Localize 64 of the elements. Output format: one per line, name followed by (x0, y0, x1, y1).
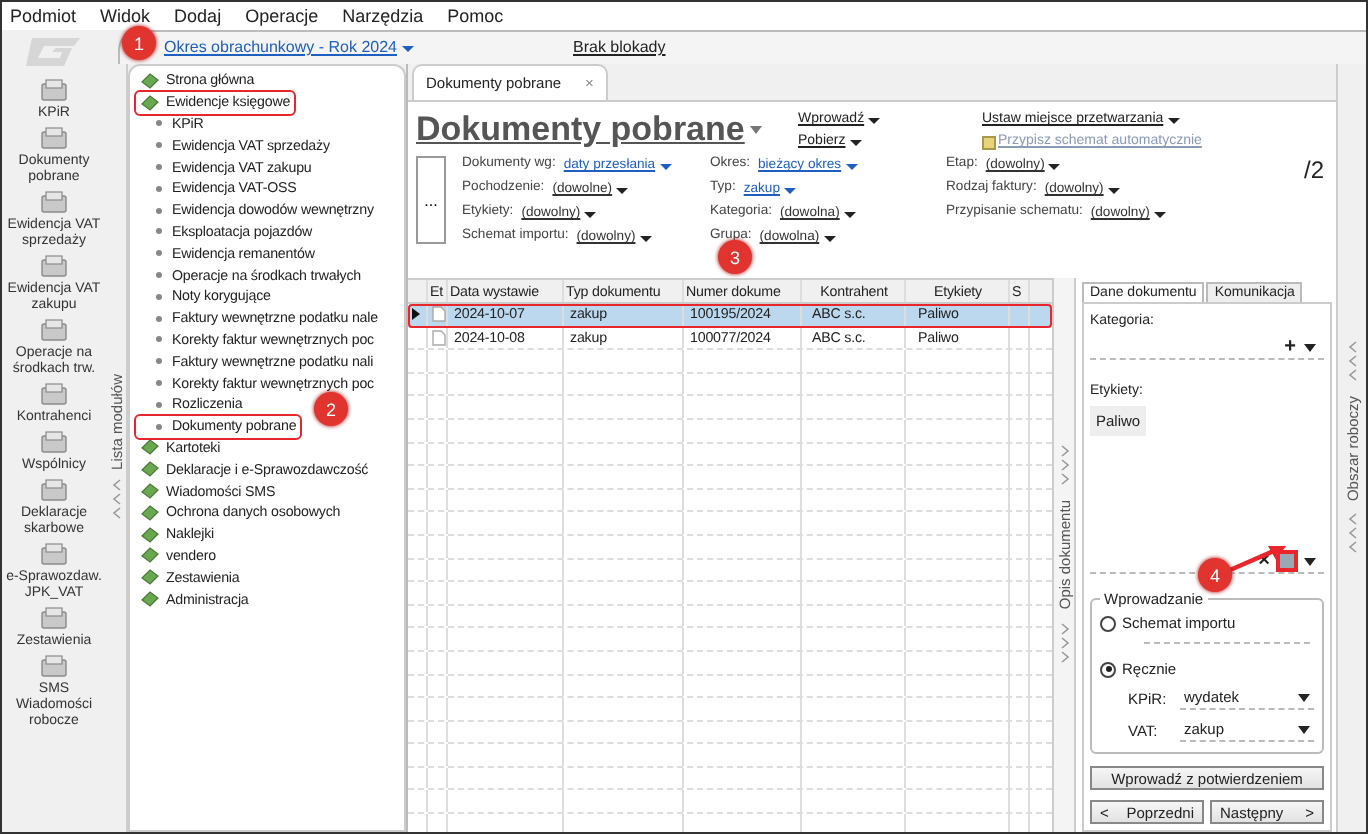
tray-icon (38, 654, 70, 680)
caret-icon (1048, 163, 1061, 169)
menu-item[interactable]: Podmiot (10, 6, 77, 26)
bullet-icon (156, 315, 162, 322)
tray-icon (38, 478, 70, 504)
bullet-icon (156, 207, 162, 214)
tray-icon (38, 254, 70, 280)
record-count: /2 (1303, 156, 1324, 188)
pin-icon (982, 135, 996, 149)
tray-icon (38, 78, 70, 104)
chevrons-icon (1347, 339, 1357, 384)
chevrons-icon (1059, 444, 1069, 489)
caret-icon (868, 117, 881, 123)
caret-icon (639, 235, 652, 241)
bullet-icon (156, 228, 162, 235)
menu-item[interactable]: Operacje (245, 6, 319, 26)
tray-icon (38, 190, 70, 216)
tray-icon (38, 542, 70, 568)
caret-icon (1153, 211, 1166, 217)
tray-icon (38, 318, 70, 344)
chevrons-icon (1059, 621, 1069, 666)
row-pointer-icon (412, 308, 420, 321)
tray-icon (38, 126, 70, 152)
caret-icon (616, 187, 629, 193)
caret-icon (845, 163, 858, 169)
menu-item[interactable]: Widok (100, 6, 151, 26)
period-link[interactable]: Okres obrachunkowy - Rok 2024 (164, 38, 413, 58)
menu-item[interactable]: Narzędzia (342, 6, 424, 26)
caret-icon (1107, 187, 1120, 193)
dropdown-arrow-icon[interactable] (1304, 343, 1316, 351)
dropdown-arrow-icon[interactable] (1304, 557, 1316, 565)
caret-icon (1167, 117, 1180, 123)
bullet-icon (156, 272, 162, 279)
tray-icon (38, 382, 70, 408)
caret-icon (843, 211, 856, 217)
bullet-icon (156, 423, 162, 430)
more-button[interactable]: ... (416, 156, 446, 244)
menu-item[interactable]: Pomoc (447, 6, 504, 26)
add-button[interactable]: + (1284, 336, 1296, 358)
bullet-icon (156, 142, 162, 149)
caret-icon (823, 235, 836, 241)
caret-icon (659, 163, 672, 169)
tray-icon (38, 430, 70, 456)
bullet-icon (156, 336, 162, 343)
bullet-icon (156, 185, 162, 192)
bullet-icon (156, 401, 162, 408)
chevrons-icon (1347, 512, 1357, 557)
bullet-icon (156, 358, 162, 365)
tray-icon (38, 606, 70, 632)
bullet-icon (156, 164, 162, 171)
page-title[interactable]: Dokumenty pobrane (416, 110, 798, 150)
caret-icon (849, 139, 862, 145)
caret-icon (750, 126, 763, 134)
caret-icon (401, 45, 413, 51)
lock-link[interactable]: Brak blokady (573, 38, 666, 58)
caret-icon (783, 187, 796, 193)
chevrons-icon (111, 477, 121, 522)
bullet-icon (156, 380, 162, 387)
menu-item[interactable]: Dodaj (174, 6, 222, 26)
annotation-arrow (1228, 542, 1288, 574)
bullet-icon (156, 293, 162, 300)
bullet-icon (156, 250, 162, 257)
caret-icon (584, 211, 597, 217)
bullet-icon (156, 120, 162, 127)
